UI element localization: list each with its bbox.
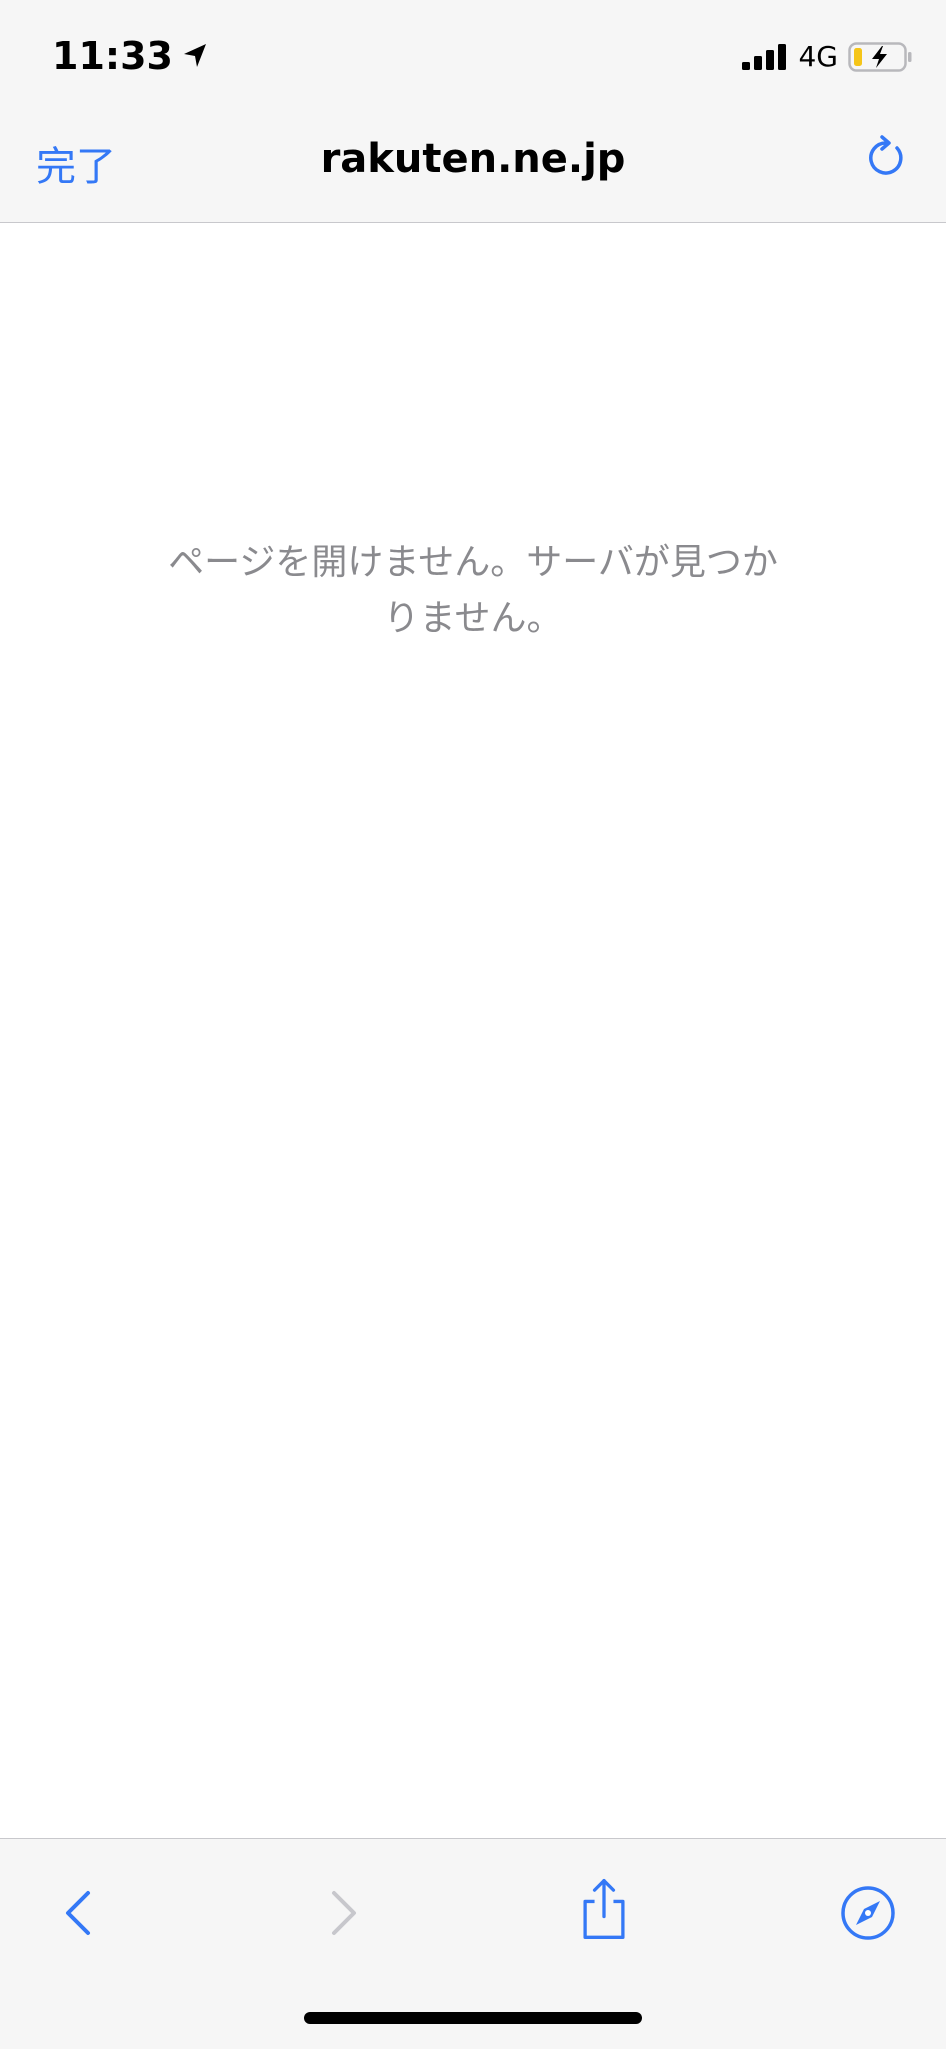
error-message-line-1: ページを開けません。サーバが見つか bbox=[168, 542, 778, 583]
share-icon[interactable] bbox=[574, 1875, 634, 1943]
page-title: rakuten.ne.jp bbox=[320, 136, 626, 182]
error-message-line-2: りません。 bbox=[383, 598, 563, 639]
status-time: 11:33 bbox=[52, 34, 173, 78]
safari-compass-icon[interactable] bbox=[838, 1879, 898, 1947]
web-content: ページを開けません。サーバが見つか りません。 bbox=[0, 223, 946, 1837]
navigation-bar: 完了 rakuten.ne.jp bbox=[0, 100, 946, 223]
error-message: ページを開けません。サーバが見つか りません。 bbox=[120, 535, 826, 647]
status-time-group: 11:33 bbox=[52, 34, 211, 78]
network-type: 4G bbox=[798, 40, 838, 73]
reload-icon[interactable] bbox=[860, 134, 912, 186]
status-indicators: 4G bbox=[742, 40, 912, 73]
home-indicator[interactable] bbox=[304, 2012, 642, 2024]
status-bar: 11:33 4G bbox=[0, 0, 946, 100]
battery-charging-icon bbox=[848, 41, 912, 72]
location-arrow-icon bbox=[183, 44, 206, 67]
signal-bars-icon bbox=[742, 43, 787, 70]
back-icon[interactable] bbox=[50, 1879, 110, 1947]
forward-icon[interactable] bbox=[312, 1879, 372, 1947]
